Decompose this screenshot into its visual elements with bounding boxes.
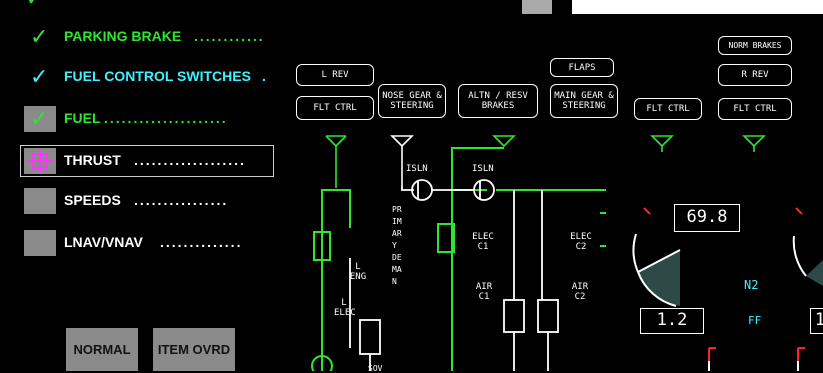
checklist-item-dots: ..................... [104,110,228,126]
crosshair-cursor-icon [27,149,53,173]
checklist-item-dots: ................ [134,192,229,208]
normal-button[interactable]: NORMAL [66,328,138,371]
nose-arrow-icon [390,135,414,186]
checklist-item-label: PARKING BRAKE [64,28,182,44]
checklist-item-dots: .............. [160,234,243,250]
elec-c1-label: ELEC C1 [472,232,494,252]
top-white-panel [572,0,823,14]
top-partial-row: ✓ [26,0,276,10]
checklist-item-label: FUEL [64,110,101,126]
item-ovrd-button[interactable]: ITEM OVRD [153,328,235,371]
n2-label: N2 [744,278,759,292]
ff-readout-right: 1 [810,308,823,334]
top-partial-box [522,0,552,14]
isln-left-label: ISLN [406,164,428,174]
l-eng-label: L ENG [349,262,367,282]
elec-c2-label: ELEC C2 [570,232,592,252]
checklist-item-dots: ............ [194,28,265,44]
checklist-item-thrust[interactable]: THRUST ................... [0,148,270,176]
checklist-item-lnav-vnav[interactable]: LNAV/VNAV .............. [0,230,270,258]
air-c2-label: AIR C2 [571,282,589,302]
engine-display: 69.8 N2 FF 1.2 1 [606,186,823,371]
checklist-item-label: THRUST [64,152,121,168]
check-icon: ✓ [30,106,49,131]
checklist-item-speeds[interactable]: SPEEDS ................ [0,188,270,216]
air-c1-label: AIR C1 [475,282,493,302]
check-icon: ✓ [30,24,49,49]
ff-readout: 1.2 [640,308,704,334]
checklist-item-label: SPEEDS [64,192,121,208]
altn-arrow-icon [492,135,516,148]
checklist-item-fuel-control-switches[interactable]: ✓ FUEL CONTROL SWITCHES . [0,64,270,92]
sov-label: SOV [368,364,383,373]
checklist-item-dots: . [262,68,268,84]
center-arrow-icon [650,135,674,152]
checklist-item-label: LNAV/VNAV [64,234,143,250]
checklist-item-dots: ................... [134,152,246,168]
l-elec-label: L ELEC [334,298,356,318]
checklist-item-parking-brake[interactable]: ✓ PARKING BRAKE ............ [0,24,270,52]
isln-right-label: ISLN [472,164,494,174]
checkbox [24,188,56,214]
right-arrow-icon [742,135,766,152]
primary-demand-label: PRIMARY DEMAN [392,205,402,286]
left-arrow-icon [325,135,347,188]
checklist-item-label: FUEL CONTROL SWITCHES [64,68,251,84]
n2-readout: 69.8 [674,204,740,232]
ff-label: FF [748,314,762,327]
checkbox [24,230,56,256]
checklist-item-fuel[interactable]: ✓ FUEL ..................... [0,106,270,134]
check-icon: ✓ [30,64,49,89]
